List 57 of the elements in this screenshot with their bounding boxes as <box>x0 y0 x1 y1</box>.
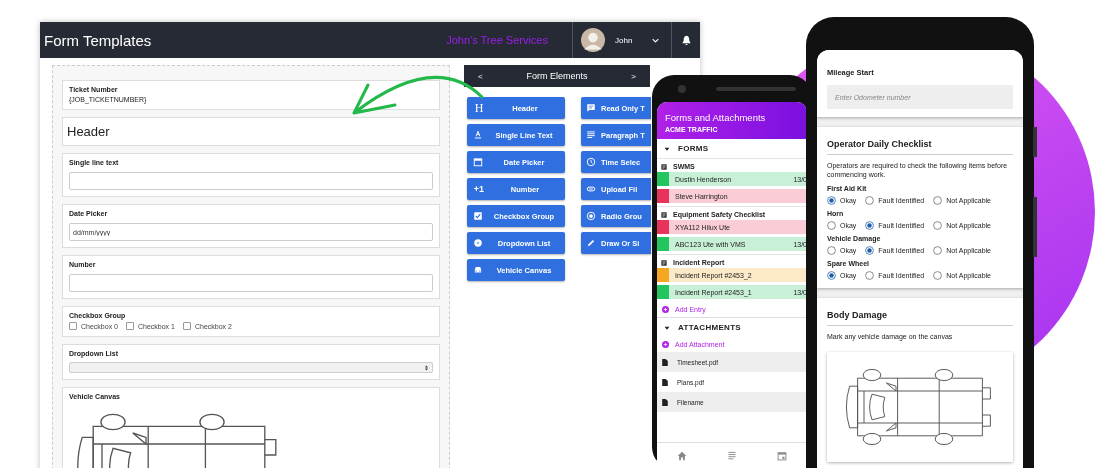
radio-button[interactable] <box>865 195 875 205</box>
bell-icon[interactable] <box>680 34 692 46</box>
text-field[interactable] <box>69 172 433 190</box>
radio-button[interactable] <box>827 245 836 255</box>
clock-icon <box>586 157 596 167</box>
header-text: Header <box>67 124 111 139</box>
chevron-down-icon[interactable] <box>652 37 659 43</box>
camera-lens <box>678 84 686 93</box>
dropdown-icon <box>473 238 483 248</box>
calendar-icon[interactable] <box>777 451 787 461</box>
section-title: FORMS <box>678 144 709 153</box>
radio-button[interactable] <box>865 270 875 280</box>
file-icon <box>662 378 668 386</box>
user-name[interactable]: John <box>615 35 642 45</box>
car-icon <box>473 265 483 275</box>
radio-button[interactable] <box>933 220 943 230</box>
plus-icon <box>662 306 669 313</box>
page-title: Form Templates <box>43 31 153 49</box>
section-title: ATTACHMENTS <box>678 323 741 332</box>
screen-title: Forms and Attachments <box>665 112 767 123</box>
radio-button[interactable] <box>827 195 836 205</box>
previous-button[interactable]: < <box>464 71 497 81</box>
form-icon <box>661 163 667 170</box>
list-icon[interactable] <box>727 451 737 461</box>
speech-bubble-icon <box>586 103 596 113</box>
form-icon <box>661 211 667 218</box>
radio-icon <box>586 211 596 221</box>
checkbox[interactable] <box>125 322 134 330</box>
panel-title: Form Elements <box>526 71 588 81</box>
plus-icon <box>662 341 669 348</box>
dropdown-field[interactable] <box>69 362 433 373</box>
checkbox[interactable] <box>69 322 77 330</box>
card-title: Operator Daily Checklist <box>827 135 1013 155</box>
calendar-icon <box>473 157 483 167</box>
company-name: John's Tree Services <box>446 34 548 46</box>
radio-button[interactable] <box>933 245 943 255</box>
radio-button[interactable] <box>933 195 943 205</box>
checkbox-icon <box>473 211 483 221</box>
file-icon <box>662 358 668 366</box>
next-button[interactable]: > <box>617 71 650 81</box>
avatar-icon[interactable] <box>581 28 605 52</box>
radio-button[interactable] <box>865 245 875 255</box>
file-icon <box>662 398 668 406</box>
paperclip-icon <box>586 184 596 194</box>
pencil-icon <box>586 238 596 248</box>
section-header[interactable]: FORMS <box>657 139 807 158</box>
form-icon <box>661 259 667 266</box>
radio-button[interactable] <box>865 220 875 230</box>
radio-button[interactable] <box>933 270 943 280</box>
checkbox[interactable] <box>182 322 191 330</box>
home-icon[interactable] <box>677 451 687 461</box>
up-down-icon <box>425 364 428 371</box>
radio-button[interactable] <box>827 220 836 230</box>
radio-button[interactable] <box>827 270 836 280</box>
paragraph-icon <box>586 130 596 140</box>
card-title: Body Damage <box>827 305 1013 326</box>
text-field[interactable] <box>69 274 433 292</box>
